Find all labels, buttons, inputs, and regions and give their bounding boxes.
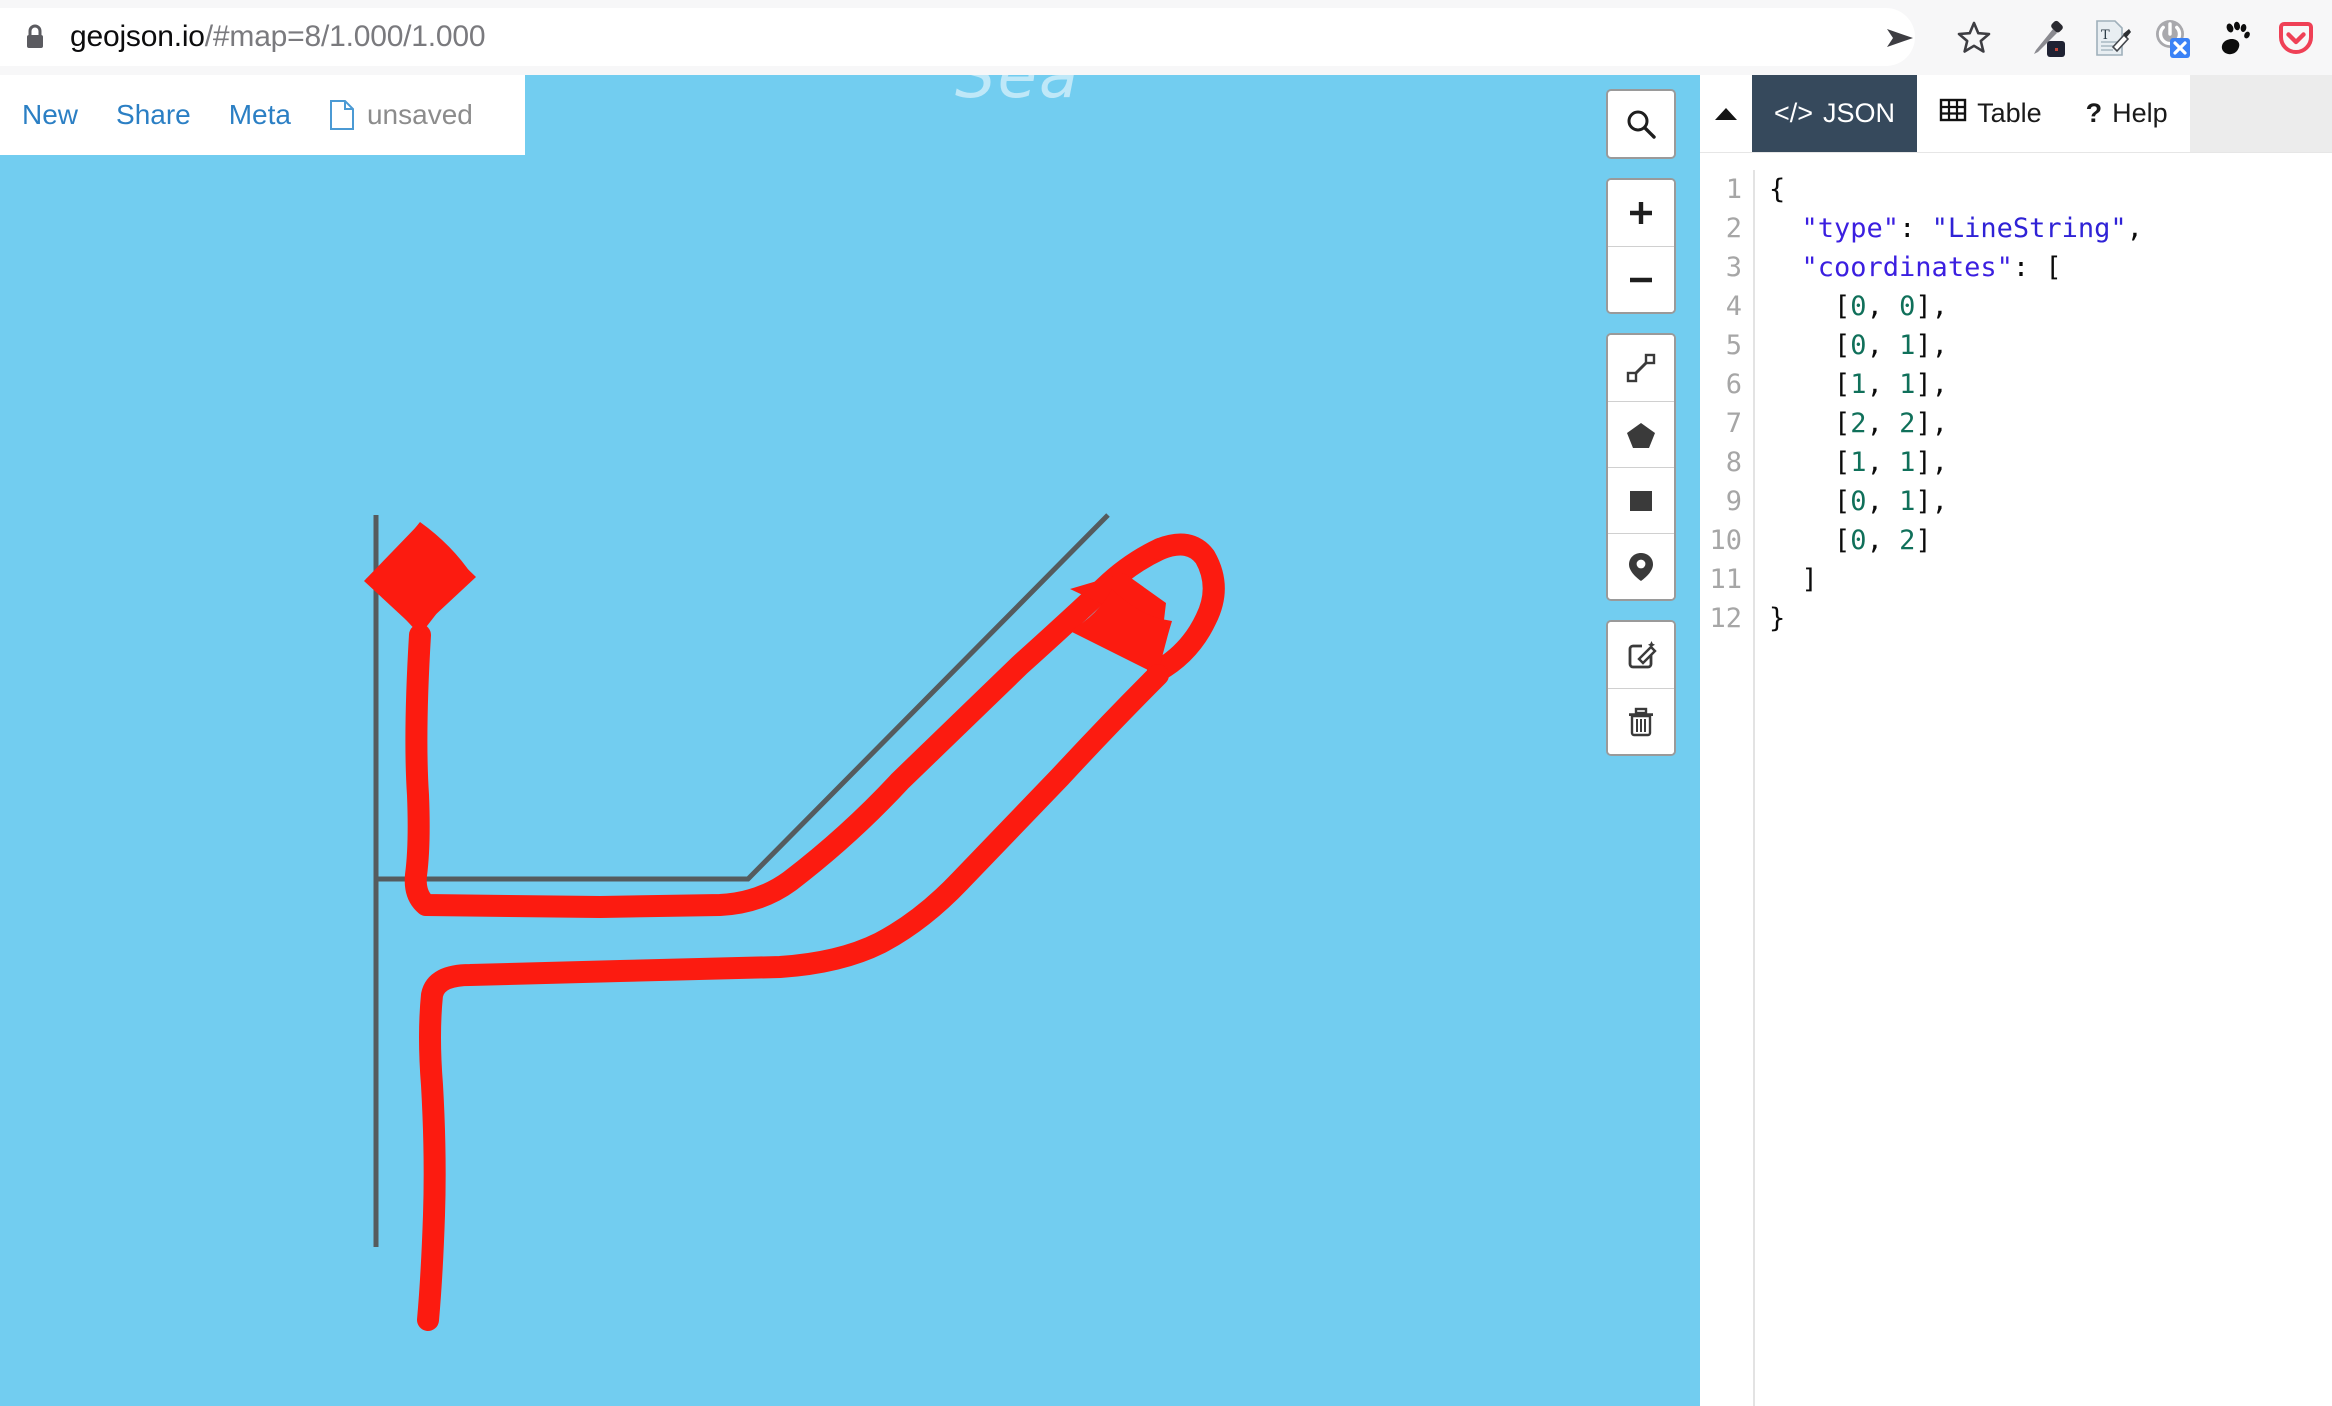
- draw-marker-icon[interactable]: [1608, 533, 1674, 599]
- red-arrowhead-right: [1070, 573, 1166, 671]
- help-icon: ?: [2085, 98, 2103, 128]
- code-line: "type": "LineString",: [1801, 213, 2143, 244]
- document-toolbar: New Share Meta unsaved: [0, 75, 525, 155]
- code-line: }: [1769, 603, 1786, 634]
- code-line: {: [1769, 174, 1786, 205]
- browser-chrome: geojson.io/#map=8/1.000/1.000 T: [0, 0, 2332, 75]
- annotation-layer: [364, 513, 1225, 1331]
- red-arrowhead-left: [372, 527, 466, 635]
- zoom-out-icon[interactable]: [1608, 246, 1674, 312]
- bookmark-star-icon[interactable]: [1948, 12, 2000, 64]
- editor-tabbar: </> JSON Table ? Help: [1700, 75, 2332, 153]
- chevron-up-icon[interactable]: [1700, 75, 1752, 152]
- json-code-content[interactable]: { "type": "LineString", "coordinates": […: [1755, 170, 2143, 1406]
- edit-tools-group: [1606, 620, 1676, 756]
- meta-button[interactable]: Meta: [229, 99, 291, 131]
- code-line: "coordinates": [: [1801, 252, 2062, 283]
- tab-table[interactable]: Table: [1917, 75, 2064, 152]
- table-icon: [1939, 97, 1967, 130]
- red-annotation-lower: [417, 664, 1169, 1331]
- tab-table-label: Table: [1977, 98, 2042, 128]
- browser-toolbar-icons: T: [1874, 0, 2332, 75]
- editor-pane: </> JSON Table ? Help 1 2 3 4 5 6 7 8 9 …: [1700, 75, 2332, 1406]
- geojson-linestring-geometry: [373, 513, 1110, 1247]
- json-editor[interactable]: 1 2 3 4 5 6 7 8 9 10 11 12 { "type": "Li…: [1700, 154, 2332, 1406]
- share-button[interactable]: Share: [116, 99, 191, 131]
- code-line: [2, 2],: [1834, 408, 1948, 439]
- line-number-gutter: 1 2 3 4 5 6 7 8 9 10 11 12: [1700, 170, 1755, 1406]
- code-line: [1, 1],: [1834, 447, 1948, 478]
- map-pane[interactable]: Sea New Share Meta unsaved: [0, 75, 1700, 1406]
- red-annotation-upper: [404, 533, 1225, 918]
- color-picker-extension-icon[interactable]: [2022, 12, 2074, 64]
- text-editor-extension-icon[interactable]: T: [2084, 12, 2136, 64]
- url-host: geojson.io: [70, 20, 205, 53]
- tab-json[interactable]: </> JSON: [1752, 75, 1918, 152]
- svg-text:T: T: [2101, 28, 2110, 43]
- pocket-icon[interactable]: [2270, 12, 2322, 64]
- map-place-label: Sea: [955, 75, 1081, 113]
- map-controls: [1606, 89, 1676, 775]
- draw-line-icon[interactable]: [1608, 335, 1674, 401]
- gnome-extension-icon[interactable]: [2208, 12, 2260, 64]
- code-line: [1, 1],: [1834, 369, 1948, 400]
- file-icon: [329, 99, 355, 131]
- tab-help-label: Help: [2112, 98, 2168, 128]
- disable-extension-icon[interactable]: [2146, 12, 2198, 64]
- code-line: [0, 0],: [1834, 291, 1948, 322]
- url-text: geojson.io/#map=8/1.000/1.000: [70, 20, 486, 54]
- address-bar[interactable]: geojson.io/#map=8/1.000/1.000: [0, 8, 1915, 66]
- tab-json-label: JSON: [1823, 98, 1896, 128]
- zoom-in-icon[interactable]: [1608, 180, 1674, 246]
- zoom-control-group: [1606, 178, 1676, 314]
- draw-rectangle-icon[interactable]: [1608, 467, 1674, 533]
- code-line: [0, 1],: [1834, 486, 1948, 517]
- draw-polygon-icon[interactable]: [1608, 401, 1674, 467]
- delete-layers-icon[interactable]: [1608, 688, 1674, 754]
- red-arrowhead-left-fill: [364, 523, 476, 631]
- lock-icon: [22, 22, 48, 52]
- search-control-group: [1606, 89, 1676, 159]
- code-line: [0, 1],: [1834, 330, 1948, 361]
- url-path: /#map=8/1.000/1.000: [204, 20, 486, 53]
- tabbar-filler: [2189, 75, 2332, 152]
- new-button[interactable]: New: [22, 99, 78, 131]
- search-icon[interactable]: [1608, 91, 1674, 157]
- tab-help[interactable]: ? Help: [2064, 75, 2190, 152]
- document-filename: unsaved: [366, 99, 473, 130]
- draw-tools-group: [1606, 333, 1676, 601]
- code-line: ]: [1801, 564, 1818, 595]
- code-icon: </>: [1774, 98, 1814, 128]
- document-filename-group[interactable]: unsaved: [329, 99, 473, 131]
- send-to-device-icon[interactable]: [1874, 12, 1926, 64]
- edit-layers-icon[interactable]: [1608, 622, 1674, 688]
- code-line: [0, 2]: [1834, 525, 1932, 556]
